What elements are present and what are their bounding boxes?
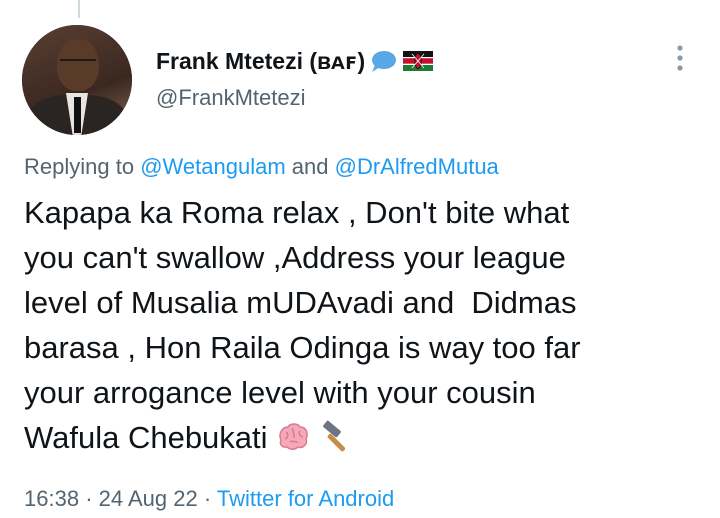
kenya-flag-icon [403, 51, 434, 71]
hammer-emoji [322, 420, 345, 452]
more-options-icon[interactable] [670, 44, 690, 72]
replying-to: Replying to @Wetangulam and @DrAlfredMut… [24, 154, 499, 180]
tweet-text-last-line: Wafula Chebukati [24, 415, 714, 460]
tweet-time[interactable]: 16:38 [24, 486, 79, 511]
brain-emoji [279, 423, 309, 450]
author-name[interactable]: Frank Mtetezi (ʙᴀꜰ) [156, 48, 365, 75]
reply-mention-wetangulam[interactable]: @Wetangulam [140, 154, 285, 179]
avatar-tie [74, 97, 81, 133]
reply-mention-dralfredmutua[interactable]: @DrAlfredMutua [335, 154, 499, 179]
author-name-row[interactable]: Frank Mtetezi (ʙᴀꜰ) [156, 44, 434, 78]
tweet-text: Kapapa ka Roma relax , Don't bite what y… [24, 190, 714, 460]
tweet-text-line: barasa , Hon Raila Odinga is way too far [24, 330, 581, 365]
tweet-text-line: Wafula Chebukati [24, 420, 268, 455]
meta-separator: · [203, 486, 212, 511]
tweet-text-line: Kapapa ka Roma relax , Don't bite what [24, 195, 570, 230]
tweet-meta: 16:38 · 24 Aug 22 · Twitter for Android [24, 486, 394, 512]
tweet-source[interactable]: Twitter for Android [217, 486, 394, 511]
speech-bubble-icon [372, 51, 397, 72]
reply-connector: and [291, 154, 329, 179]
avatar-glasses [60, 59, 96, 69]
tweet-text-line: level of Musalia mUDAvadi and Didmas [24, 285, 577, 320]
meta-separator: · [85, 486, 93, 511]
thread-connector-line [78, 0, 80, 18]
tweet-text-line: your arrogance level with your cousin [24, 375, 536, 410]
avatar[interactable] [22, 25, 132, 135]
replying-prefix: Replying to [24, 154, 135, 179]
tweet-text-line: you can't swallow ,Address your league [24, 240, 566, 275]
author-handle[interactable]: @FrankMtetezi [156, 85, 305, 111]
tweet-date[interactable]: 24 Aug 22 [99, 486, 198, 511]
